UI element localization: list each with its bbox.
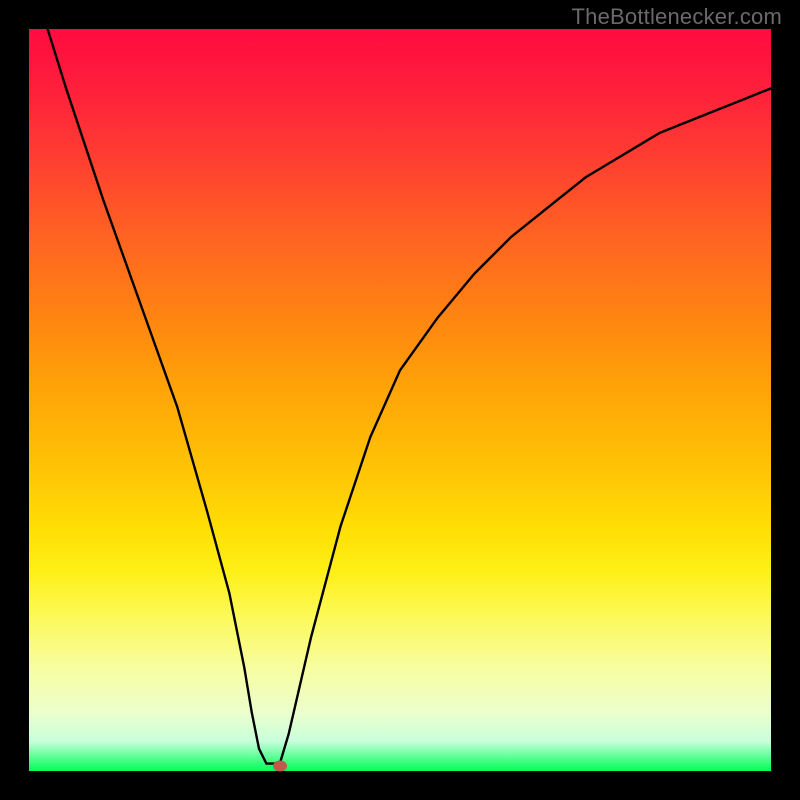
plot-area — [29, 29, 771, 771]
curve-minimum-marker — [273, 760, 287, 771]
chart-svg — [29, 29, 771, 771]
curve-path — [48, 29, 771, 764]
chart-frame: TheBottlenecker.com — [0, 0, 800, 800]
attribution-text: TheBottlenecker.com — [572, 4, 782, 30]
